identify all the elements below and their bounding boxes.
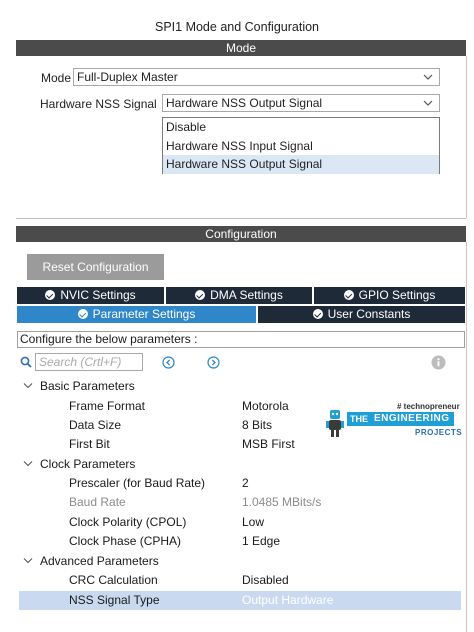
check-circle-icon [312, 309, 323, 319]
tab-label: GPIO Settings [358, 288, 436, 302]
chevron-down-icon [423, 100, 433, 106]
tab-user-constants[interactable]: User Constants [258, 306, 465, 323]
param-value: 1 Edge [242, 534, 281, 548]
watermark-engineering: ENGINEERING [370, 412, 454, 426]
check-circle-icon [343, 290, 354, 300]
watermark-projects: PROJECTS [415, 428, 463, 437]
param-value: 1.0485 MBits/s [242, 495, 322, 509]
group-label: Advanced Parameters [40, 554, 159, 568]
group-clock-parameters[interactable]: Clock Parameters [19, 455, 461, 474]
right-border [466, 56, 467, 218]
param-name: Prescaler (for Baud Rate) [69, 476, 206, 490]
nss-select[interactable]: Hardware NSS Output Signal [162, 94, 440, 112]
param-value: 2 [242, 476, 249, 490]
param-name: NSS Signal Type [69, 593, 160, 607]
tab-label: Parameter Settings [92, 307, 196, 321]
param-row-selected[interactable]: NSS Signal Type Output Hardware [19, 591, 461, 610]
reset-configuration-button[interactable]: Reset Configuration [27, 254, 164, 280]
watermark-tag: # technopreneur [397, 402, 460, 411]
chevron-down-icon [23, 383, 33, 389]
tab-label: DMA Settings [210, 288, 283, 302]
chevron-down-icon [23, 558, 33, 564]
param-name: Frame Format [69, 399, 146, 413]
chevron-left-icon[interactable] [162, 356, 175, 369]
check-circle-icon [45, 290, 56, 300]
info-icon[interactable] [431, 355, 446, 370]
tab-nvic-settings[interactable]: NVIC Settings [17, 287, 164, 304]
param-row[interactable]: Clock Polarity (CPOL) Low [19, 513, 461, 532]
param-row[interactable]: CRC Calculation Disabled [19, 571, 461, 590]
nss-option-disable[interactable]: Disable [163, 118, 439, 137]
mode-select[interactable]: Full-Duplex Master [73, 68, 440, 86]
search-icon [20, 356, 32, 368]
param-value: Disabled [242, 573, 289, 587]
param-value: MSB First [242, 437, 295, 451]
configure-parameters-text: Configure the below parameters : [17, 331, 465, 348]
param-name: CRC Calculation [69, 573, 158, 587]
nss-dropdown-list: Disable Hardware NSS Input Signal Hardwa… [162, 117, 440, 174]
window-title: SPI1 Mode and Configuration [155, 20, 319, 34]
tab-parameter-settings[interactable]: Parameter Settings [17, 306, 256, 323]
nss-option-input[interactable]: Hardware NSS Input Signal [163, 137, 439, 156]
mode-select-value: Full-Duplex Master [77, 70, 178, 84]
config-section-header: Configuration [16, 226, 466, 242]
param-name: Clock Polarity (CPOL) [69, 515, 187, 529]
watermark-logo: # technopreneur THE ENGINEERING PROJECTS [325, 402, 465, 442]
param-value: Output Hardware [242, 593, 334, 607]
param-row: Baud Rate 1.0485 MBits/s [19, 493, 461, 512]
check-circle-icon [77, 309, 88, 319]
group-basic-parameters[interactable]: Basic Parameters [19, 377, 461, 396]
param-value: 8 Bits [242, 418, 273, 432]
nss-label: Hardware NSS Signal [40, 97, 157, 111]
param-name: First Bit [69, 437, 110, 451]
param-name: Baud Rate [69, 495, 126, 509]
check-circle-icon [195, 290, 206, 300]
nss-select-value: Hardware NSS Output Signal [166, 96, 323, 110]
tab-label: User Constants [327, 307, 411, 321]
mode-section-header: Mode [16, 40, 466, 56]
chevron-down-icon [423, 74, 433, 80]
nss-option-output[interactable]: Hardware NSS Output Signal [163, 155, 439, 174]
mode-label: Mode [41, 71, 72, 85]
param-row[interactable]: Prescaler (for Baud Rate) 2 [19, 474, 461, 493]
param-name: Clock Phase (CPHA) [69, 534, 182, 548]
robot-icon [326, 410, 344, 437]
group-label: Clock Parameters [40, 457, 136, 471]
group-advanced-parameters[interactable]: Advanced Parameters [19, 552, 461, 571]
right-border [466, 242, 467, 632]
tab-gpio-settings[interactable]: GPIO Settings [314, 287, 465, 304]
tab-label: NVIC Settings [60, 288, 136, 302]
param-name: Data Size [69, 418, 122, 432]
param-value: Motorola [242, 399, 289, 413]
search-input[interactable] [35, 353, 143, 371]
group-label: Basic Parameters [40, 379, 135, 393]
param-row[interactable]: Clock Phase (CPHA) 1 Edge [19, 532, 461, 551]
chevron-right-icon[interactable] [207, 356, 220, 369]
tab-dma-settings[interactable]: DMA Settings [166, 287, 312, 304]
chevron-down-icon [23, 461, 33, 467]
section-divider [16, 218, 466, 219]
watermark-the: THE [347, 412, 371, 426]
param-value: Low [242, 515, 265, 529]
